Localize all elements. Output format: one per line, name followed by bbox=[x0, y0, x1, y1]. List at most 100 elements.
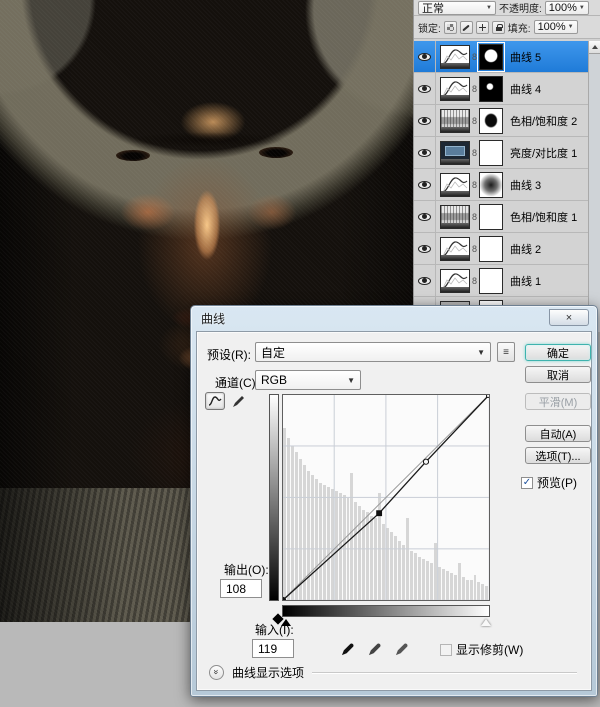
adjustment-thumbnail[interactable] bbox=[440, 237, 470, 261]
mask-link-icon: 8 bbox=[470, 244, 479, 254]
double-chevron-icon: » bbox=[211, 669, 221, 674]
eye-icon bbox=[418, 53, 431, 61]
mask-link-icon: 8 bbox=[470, 116, 479, 126]
output-field[interactable]: 108 bbox=[220, 579, 262, 598]
display-options-label: 曲线显示选项 bbox=[232, 664, 304, 681]
layers-panel: 正常 ▼ 不透明度: 100% ▼ 锁定: 填充: 100% ▼ bbox=[413, 0, 600, 332]
options-button[interactable]: 选项(T)... bbox=[525, 447, 591, 464]
blend-mode-dropdown[interactable]: 正常 ▼ bbox=[418, 1, 496, 15]
visibility-toggle[interactable] bbox=[414, 73, 436, 104]
dialog-titlebar[interactable]: 曲线 × bbox=[191, 306, 597, 331]
layer-mask-thumbnail[interactable] bbox=[479, 204, 503, 230]
visibility-toggle[interactable] bbox=[414, 137, 436, 168]
eye-icon bbox=[418, 213, 431, 221]
layer-row[interactable]: 8 曲线 4 bbox=[414, 73, 588, 105]
input-label: 输入(I): bbox=[255, 621, 294, 638]
layer-mask-thumbnail[interactable] bbox=[479, 44, 503, 70]
channel-dropdown[interactable]: RGB ▼ bbox=[255, 370, 361, 390]
layer-row[interactable]: 8 曲线 1 bbox=[414, 265, 588, 297]
visibility-toggle[interactable] bbox=[414, 169, 436, 200]
visibility-toggle[interactable] bbox=[414, 201, 436, 232]
eye-icon bbox=[418, 149, 431, 157]
visibility-toggle[interactable] bbox=[414, 233, 436, 264]
show-clipping-checkbox[interactable]: 显示修剪(W) bbox=[440, 641, 523, 658]
eyedropper-icon bbox=[368, 641, 383, 656]
ok-button[interactable]: 确定 bbox=[525, 344, 591, 361]
lock-all-button[interactable] bbox=[492, 21, 505, 34]
chevron-down-icon: ▼ bbox=[568, 24, 574, 30]
adjustment-thumbnail[interactable] bbox=[440, 269, 470, 293]
adjustment-thumbnail[interactable] bbox=[440, 141, 470, 165]
preset-options-button[interactable]: ≡ bbox=[497, 342, 515, 362]
blend-mode-value: 正常 bbox=[422, 0, 444, 16]
curve-display-options-row: » 曲线显示选项 bbox=[209, 664, 577, 681]
eye-icon bbox=[418, 277, 431, 285]
adjustment-thumbnail[interactable] bbox=[440, 205, 470, 229]
adjustment-thumbnail[interactable] bbox=[440, 77, 470, 101]
brush-icon bbox=[462, 24, 469, 31]
triangle-up-icon bbox=[592, 45, 598, 49]
layer-row[interactable]: 8 亮度/对比度 1 bbox=[414, 137, 588, 169]
layer-mask-thumbnail[interactable] bbox=[479, 76, 503, 102]
expand-options-button[interactable]: » bbox=[209, 665, 224, 680]
preview-checkbox[interactable]: ✓ 预览(P) bbox=[521, 474, 577, 491]
layer-mask-thumbnail[interactable] bbox=[479, 140, 503, 166]
layer-row[interactable]: 8 色相/饱和度 2 bbox=[414, 105, 588, 137]
fill-dropdown[interactable]: 100% ▼ bbox=[534, 20, 578, 34]
layer-list: 8 曲线 5 8 曲线 4 8 色相/饱和度 2 8 亮度/对比度 1 8 bbox=[414, 41, 588, 329]
input-field[interactable]: 119 bbox=[252, 639, 294, 658]
preset-dropdown[interactable]: 自定 ▼ bbox=[255, 342, 491, 362]
close-button[interactable]: × bbox=[549, 309, 589, 326]
opacity-value: 100% bbox=[549, 2, 577, 14]
mask-link-icon: 8 bbox=[470, 84, 479, 94]
curve-plot[interactable] bbox=[283, 395, 489, 600]
curve-grid[interactable] bbox=[282, 394, 490, 601]
layer-mask-thumbnail[interactable] bbox=[479, 172, 503, 198]
visibility-toggle[interactable] bbox=[414, 105, 436, 136]
output-gradient-bar bbox=[269, 394, 279, 601]
layer-row[interactable]: 8 曲线 2 bbox=[414, 233, 588, 265]
channel-label: 通道(C): bbox=[215, 374, 259, 391]
lock-pixels-button[interactable] bbox=[460, 21, 473, 34]
dialog-client-area: 预设(R): 自定 ▼ ≡ 通道(C): RGB ▼ bbox=[196, 331, 592, 691]
layer-name: 色相/饱和度 2 bbox=[510, 113, 577, 129]
adjustment-thumbnail[interactable] bbox=[440, 109, 470, 133]
chevron-down-icon: ▼ bbox=[486, 5, 492, 11]
layer-mask-thumbnail[interactable] bbox=[479, 236, 503, 262]
layer-row[interactable]: 8 曲线 3 bbox=[414, 169, 588, 201]
close-icon: × bbox=[566, 312, 572, 324]
layer-mask-thumbnail[interactable] bbox=[479, 268, 503, 294]
lock-transparency-button[interactable] bbox=[444, 21, 457, 34]
fill-label: 填充: bbox=[508, 20, 531, 35]
mask-link-icon: 8 bbox=[470, 148, 479, 158]
auto-button[interactable]: 自动(A) bbox=[525, 425, 591, 442]
adjustment-thumbnail[interactable] bbox=[440, 45, 470, 69]
photo-right-eye bbox=[259, 147, 293, 158]
black-eyedropper-button[interactable] bbox=[338, 638, 358, 658]
photo-left-eye bbox=[116, 150, 150, 161]
visibility-toggle[interactable] bbox=[414, 265, 436, 296]
layer-mask-thumbnail[interactable] bbox=[479, 108, 503, 134]
move-icon bbox=[482, 24, 483, 31]
eyedropper-icon bbox=[341, 641, 356, 656]
chevron-down-icon: ▼ bbox=[477, 348, 485, 357]
white-point-slider[interactable] bbox=[481, 619, 491, 626]
visibility-toggle[interactable] bbox=[414, 41, 436, 72]
layers-scrollbar[interactable] bbox=[588, 41, 600, 332]
opacity-dropdown[interactable]: 100% ▼ bbox=[545, 1, 589, 15]
white-eyedropper-button[interactable] bbox=[392, 638, 412, 658]
cancel-button[interactable]: 取消 bbox=[525, 366, 591, 383]
gray-eyedropper-button[interactable] bbox=[365, 638, 385, 658]
lock-icon bbox=[496, 27, 502, 31]
input-gradient-bar bbox=[282, 605, 490, 617]
pencil-tool-button[interactable] bbox=[228, 392, 248, 410]
layer-row[interactable]: 8 曲线 5 bbox=[414, 41, 588, 73]
lock-position-button[interactable] bbox=[476, 21, 489, 34]
divider bbox=[312, 672, 577, 674]
scrollbar-up-button[interactable] bbox=[589, 41, 600, 54]
curve-point-tool-button[interactable] bbox=[205, 392, 225, 410]
adjustment-thumbnail[interactable] bbox=[440, 173, 470, 197]
blend-mode-row: 正常 ▼ 不透明度: 100% ▼ bbox=[414, 0, 600, 16]
checkbox-checked-icon: ✓ bbox=[521, 477, 533, 489]
layer-row[interactable]: 8 色相/饱和度 1 bbox=[414, 201, 588, 233]
